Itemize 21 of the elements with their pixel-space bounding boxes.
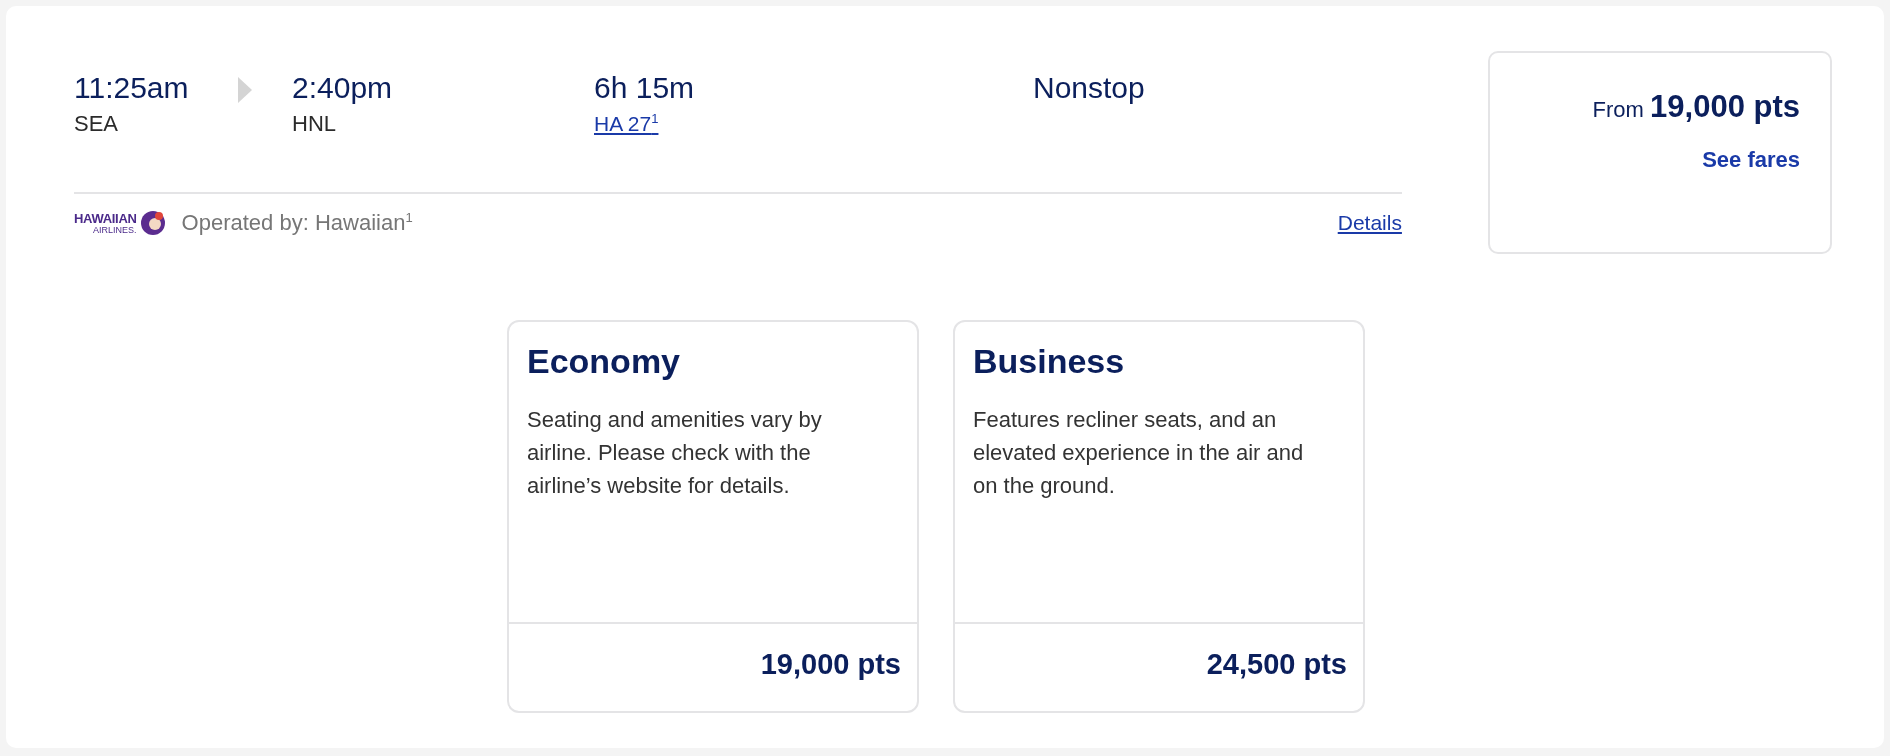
fare-card[interactable]: Economy Seating and amenities vary by airline. Please check with the airline’s website for details. 19,000 pts: [507, 320, 919, 713]
fare-card[interactable]: Business Features recliner seats, and an elevated experience in the air and on the ground. 24,500 pts: [953, 320, 1365, 713]
arrival-time: 2:40pm: [292, 71, 394, 105]
flight-number-link[interactable]: HA 27$^{1}$: [594, 111, 1033, 136]
fare-title: Economy: [527, 342, 682, 381]
fare-price: 24,500 pts: [1205, 647, 1348, 682]
arrival-airport: HNL: [292, 111, 337, 137]
flight-duration: 6h 15m: [594, 71, 696, 105]
see-fares-link[interactable]: See fares: [1702, 147, 1800, 173]
fare-title: Business: [973, 342, 1126, 381]
arrow-icon: [238, 77, 252, 103]
fare-description: Seating and amenities vary by airline. Please check with the airline’s website for details.: [527, 406, 823, 500]
from-price: From 19,000 pts: [1592, 89, 1800, 125]
details-link[interactable]: Details: [1337, 211, 1402, 236]
fare-price: 19,000 pts: [759, 647, 902, 682]
operated-by-text: Operated by: Hawaiian$^{1}$: [181, 210, 414, 237]
departure-airport: SEA: [74, 111, 120, 137]
departure-time: 11:25am: [74, 71, 190, 105]
stops-label: Nonstop: [1033, 71, 1146, 105]
fare-description: Features recliner seats, and an elevated experience in the air and on the ground.: [973, 406, 1305, 500]
airline-logo: HAWAIIAN AIRLINES.: [74, 210, 166, 237]
